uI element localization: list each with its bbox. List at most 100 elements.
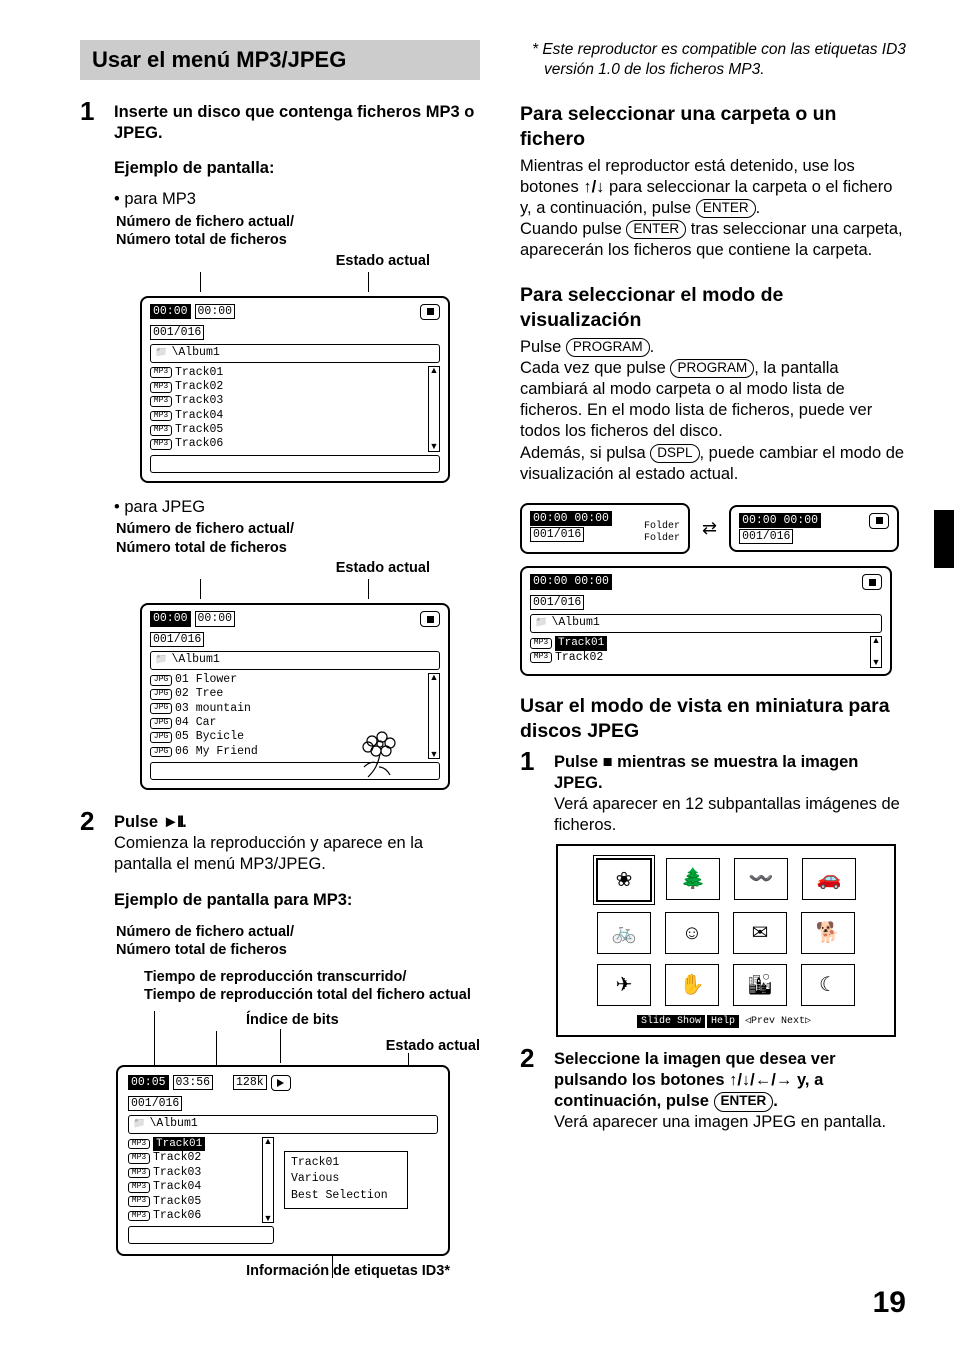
time-total: 03:56 xyxy=(173,1075,214,1090)
time-total: 00:00 xyxy=(195,304,236,319)
arrows-ud-icon: ↑/↓ xyxy=(583,178,604,196)
right-step-1: 1 Pulse ■ mientras se muestra la imagen … xyxy=(520,748,906,836)
estado-label-1: Estado actual xyxy=(336,252,430,271)
dspl-key: DSPL xyxy=(650,444,699,463)
track-item: Track05 xyxy=(175,423,223,437)
thumb: 🐕 xyxy=(801,912,855,954)
step1-text: Inserte un disco que contenga ficheros M… xyxy=(114,103,474,142)
folder-name: \Album1 xyxy=(149,1117,197,1132)
playing-screen: 00:05 03:56 128k 001/016 \Album1 MP3Trac… xyxy=(116,1065,450,1256)
example-screen-label: Ejemplo de pantalla: xyxy=(114,158,480,179)
scrollbar xyxy=(262,1137,274,1224)
right-step2-body: Verá aparecer una imagen JPEG en pantall… xyxy=(554,1113,886,1131)
edge-tab xyxy=(934,510,954,568)
stop-icon xyxy=(869,513,889,529)
list-item: 05 Bycicle xyxy=(175,730,244,744)
list-item: 03 mountain xyxy=(175,702,251,716)
folder-name: \Album1 xyxy=(171,346,219,361)
left-step-2: 2 Pulse ►II. Comienza la reproducción y … xyxy=(80,808,480,875)
file-count: 001/016 xyxy=(150,325,204,340)
mp3-screen: 00:00 00:00 001/016 \Album1 MP3Track01 M… xyxy=(140,296,450,483)
track-item: Track02 xyxy=(153,1151,201,1165)
step-number: 2 xyxy=(80,808,106,875)
id3-note: * Este reproductor es compatible con las… xyxy=(544,40,906,80)
ms-line: 00:00 00:00 xyxy=(530,511,612,526)
track-item: Track04 xyxy=(175,409,223,423)
folder-name: \Album1 xyxy=(171,653,219,668)
ms-line: Folder xyxy=(644,533,680,544)
id3-line: Various xyxy=(291,1171,401,1188)
p-select: Mientras el reproductor está detenido, u… xyxy=(520,156,906,262)
thumbnail-grid: ❀ 🌲 〰️ 🚗 🚲 ☺ ✉ 🐕 ✈ ✋ 🏙 ☾ Slide ShowHelp◁… xyxy=(556,844,896,1037)
h-thumb: Usar el modo de vista en miniatura para … xyxy=(520,694,906,744)
track-item: Track02 xyxy=(555,651,603,665)
ms-line: 00:00 00:00 xyxy=(739,513,821,528)
time-total: 00:00 xyxy=(195,611,236,626)
bullet-mp3: para MP3 xyxy=(124,190,196,208)
program-key: PROGRAM xyxy=(566,338,650,357)
track-item: Track01 xyxy=(153,1137,205,1152)
arrow-lr-icon: ⇄ xyxy=(702,517,717,540)
bitrate: 128k xyxy=(233,1075,267,1090)
example-mp3-label: Ejemplo de pantalla para MP3: xyxy=(114,890,480,911)
thumb: 🏙 xyxy=(733,964,787,1006)
id3-box: Track01 Various Best Selection xyxy=(284,1151,408,1209)
track-item: Track06 xyxy=(153,1209,201,1223)
play-pause-icon: ►II xyxy=(163,813,183,831)
stop-glyph-inline: ■ xyxy=(603,753,613,771)
ms-line: 001/016 xyxy=(739,529,793,544)
step-number: 1 xyxy=(520,748,546,836)
time-current: 00:00 xyxy=(150,304,191,319)
bullet-jpeg: para JPEG xyxy=(124,498,205,516)
thumb: 🌲 xyxy=(666,858,720,900)
page-number: 19 xyxy=(873,1284,906,1322)
mp3-icon: MP3 xyxy=(150,367,172,378)
id3-line: Best Selection xyxy=(291,1188,401,1205)
elapsed-label: Tiempo de reproducción transcurrido/ Tie… xyxy=(144,968,480,1005)
p-mode: Pulse PROGRAM. Cada vez que pulse PROGRA… xyxy=(520,337,906,485)
filecount-label-2: Número de fichero actual/ Número total d… xyxy=(116,520,480,557)
step2-body: Comienza la reproducción y aparece en la… xyxy=(114,834,423,873)
filecount-label: Número de fichero actual/ Número total d… xyxy=(116,213,480,250)
track-item: Track06 xyxy=(175,437,223,451)
right-step1-body: Verá aparecer en 12 subpantallas imágene… xyxy=(554,795,900,834)
step2-tail: . xyxy=(182,813,187,831)
ms-line: 001/016 xyxy=(530,527,584,542)
thumb: ✋ xyxy=(665,964,719,1006)
right-step-2: 2 Seleccione la imagen que desea ver pul… xyxy=(520,1045,906,1133)
track-item: Track05 xyxy=(153,1195,201,1209)
step-number: 1 xyxy=(80,98,106,144)
folder-row: \Album1 xyxy=(150,651,440,670)
flower-art xyxy=(350,721,410,781)
track-item: Track02 xyxy=(175,380,223,394)
section-title: Usar el menú MP3/JPEG xyxy=(80,40,480,80)
program-key: PROGRAM xyxy=(670,359,754,378)
track-item: Track04 xyxy=(153,1180,201,1194)
track-item: Track03 xyxy=(175,394,223,408)
track-item: Track03 xyxy=(153,1166,201,1180)
left-step-1: 1 Inserte un disco que contenga ficheros… xyxy=(80,98,480,144)
mode-screen-lower: 00:00 00:00 001/016 \Album1 MP3Track01 M… xyxy=(520,566,892,676)
scrollbar xyxy=(428,673,440,759)
scrollbar xyxy=(870,636,882,668)
play-icon xyxy=(271,1075,291,1091)
list-item: 06 My Friend xyxy=(175,745,258,759)
ms-line: 00:00 00:00 xyxy=(530,574,612,589)
step-number: 2 xyxy=(520,1045,546,1133)
stop-icon xyxy=(420,611,440,627)
jpeg-callouts: Estado actual xyxy=(140,559,430,599)
bitrate-label: Índice de bits xyxy=(246,1011,339,1030)
empty-slot xyxy=(128,1226,274,1244)
arrows-4way-icon: ↑/↓/←/→ xyxy=(729,1071,792,1089)
file-count: 001/016 xyxy=(128,1096,182,1111)
file-count: 001/016 xyxy=(150,632,204,647)
folder-row: \Album1 xyxy=(128,1115,438,1134)
folder-name: \Album1 xyxy=(551,616,599,631)
enter-key: ENTER xyxy=(714,1092,774,1111)
folder-row: \Album1 xyxy=(150,344,440,363)
step2-lead: Pulse xyxy=(114,813,163,831)
mp3-callouts: Estado actual xyxy=(140,252,430,292)
empty-slot xyxy=(150,455,440,473)
stop-icon xyxy=(420,304,440,320)
track-item: Track01 xyxy=(555,636,607,651)
